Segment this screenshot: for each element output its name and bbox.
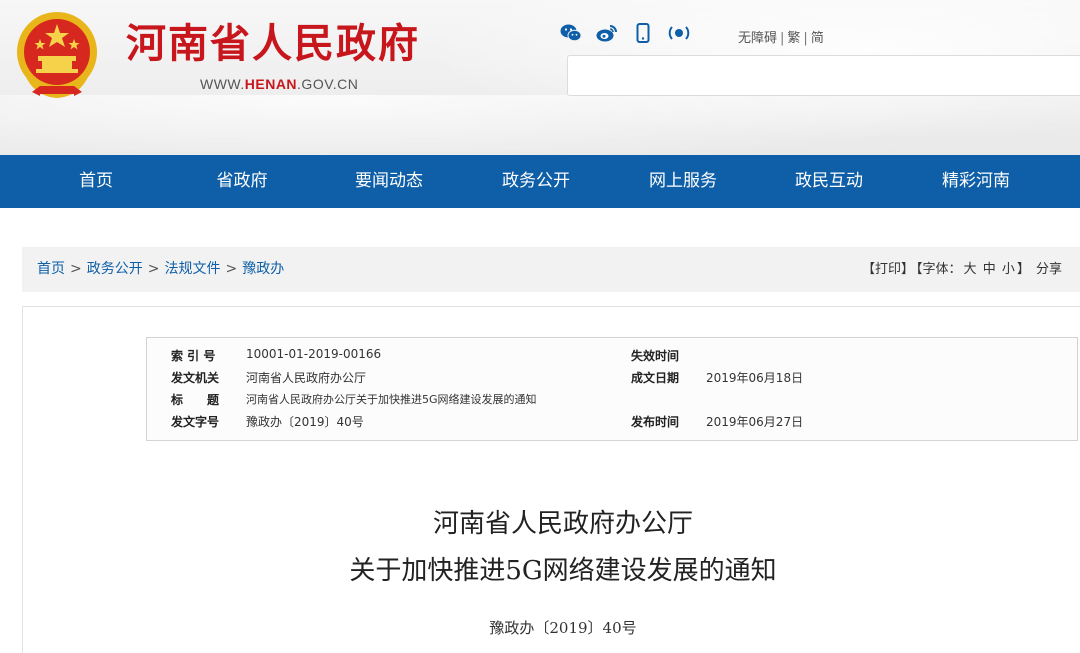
social-links	[560, 22, 690, 44]
document-number-label: 发文字号	[171, 415, 220, 429]
wechat-icon[interactable]	[560, 22, 582, 44]
created-date-label: 成文日期	[631, 371, 680, 385]
document-number-value: 豫政办〔2019〕40号	[246, 415, 364, 429]
document-title-line2: 关于加快推进5G网络建设发展的通知	[349, 556, 777, 586]
nav-item-henan[interactable]: 精彩河南	[916, 155, 1036, 208]
font-size-label-end: 】	[1016, 262, 1030, 277]
page-tools: 【打印】 【字体：大 中 小】 分享	[862, 247, 1064, 292]
nav-item-news[interactable]: 要闻动态	[329, 155, 449, 208]
site-url-highlight: HENAN	[244, 76, 298, 92]
nav-item-home[interactable]: 首页	[36, 155, 156, 208]
breadcrumb-item-office[interactable]: 豫政办	[242, 261, 284, 277]
nav-item-online-services[interactable]: 网上服务	[623, 155, 743, 208]
breadcrumb: 首页 > 政务公开 > 法规文件 > 豫政办	[37, 247, 284, 292]
breadcrumb-separator: >	[70, 261, 82, 277]
expiry-date-label: 失效时间	[631, 349, 680, 363]
weibo-icon[interactable]	[596, 22, 618, 44]
breadcrumb-separator: >	[147, 261, 160, 277]
font-large-button[interactable]: 大	[964, 262, 977, 277]
nav-item-interaction[interactable]: 政民互动	[769, 155, 889, 208]
title-label: 标 题	[171, 393, 220, 407]
accessibility-link[interactable]: 无障碍	[738, 31, 777, 46]
link-separator: |	[803, 31, 808, 46]
print-button[interactable]: 【打印】	[862, 262, 914, 277]
top-links: 无障碍 | 繁 | 简	[738, 27, 824, 46]
site-url-prefix: WWW.	[200, 76, 245, 92]
index-number-label: 索 引 号	[171, 349, 216, 363]
site-header: 河南省人民政府 WWW.HENAN.GOV.CN 无障碍 | 繁 | 简	[0, 0, 1080, 155]
publish-date-value: 2019年06月27日	[706, 415, 804, 429]
title-value: 河南省人民政府办公厅关于加快推进5G网络建设发展的通知	[246, 393, 537, 406]
site-url[interactable]: WWW.HENAN.GOV.CN	[200, 76, 358, 92]
issuer-label: 发文机关	[171, 371, 220, 385]
audio-icon[interactable]	[668, 22, 690, 44]
issuer-value: 河南省人民政府办公厅	[246, 371, 367, 385]
created-date-value: 2019年06月18日	[706, 371, 804, 385]
document-metadata: 索 引 号 10001-01-2019-00166 发文机关 河南省人民政府办公…	[146, 337, 1078, 441]
font-medium-button[interactable]: 中	[983, 262, 996, 277]
main-nav: 首页 省政府 要闻动态 政务公开 网上服务 政民互动 精彩河南	[0, 155, 1080, 208]
font-size-label: 【字体：	[916, 262, 962, 277]
breadcrumb-item-home[interactable]: 首页	[37, 261, 65, 277]
breadcrumb-separator: >	[225, 261, 238, 277]
link-separator: |	[780, 31, 785, 46]
document-number: 豫政办〔2019〕40号	[489, 619, 637, 637]
breadcrumb-bar: 首页 > 政务公开 > 法规文件 > 豫政办 【打印】 【字体：大 中 小】 分享	[22, 247, 1080, 292]
nav-item-provincial-government[interactable]: 省政府	[182, 155, 302, 208]
index-number-value: 10001-01-2019-00166	[246, 347, 382, 361]
font-small-button[interactable]: 小	[1002, 262, 1015, 277]
breadcrumb-item-government-affairs[interactable]: 政务公开	[87, 261, 143, 277]
site-url-suffix: .GOV.CN	[297, 76, 359, 92]
article-panel: 索 引 号 10001-01-2019-00166 发文机关 河南省人民政府办公…	[22, 306, 1080, 653]
traditional-chinese-link[interactable]: 繁	[787, 31, 800, 46]
document-title-line1: 河南省人民政府办公厅	[432, 509, 693, 539]
nav-item-government-affairs[interactable]: 政务公开	[476, 155, 596, 208]
national-emblem-icon[interactable]	[10, 6, 104, 102]
simplified-chinese-link[interactable]: 简	[811, 31, 824, 46]
breadcrumb-item-regulations[interactable]: 法规文件	[164, 261, 220, 277]
site-title[interactable]: 河南省人民政府	[126, 18, 420, 70]
share-button[interactable]: 分享	[1036, 262, 1062, 277]
header-decoration	[0, 95, 1080, 155]
mobile-icon[interactable]	[632, 22, 654, 44]
publish-date-label: 发布时间	[631, 415, 680, 429]
search-input[interactable]	[567, 55, 1080, 96]
